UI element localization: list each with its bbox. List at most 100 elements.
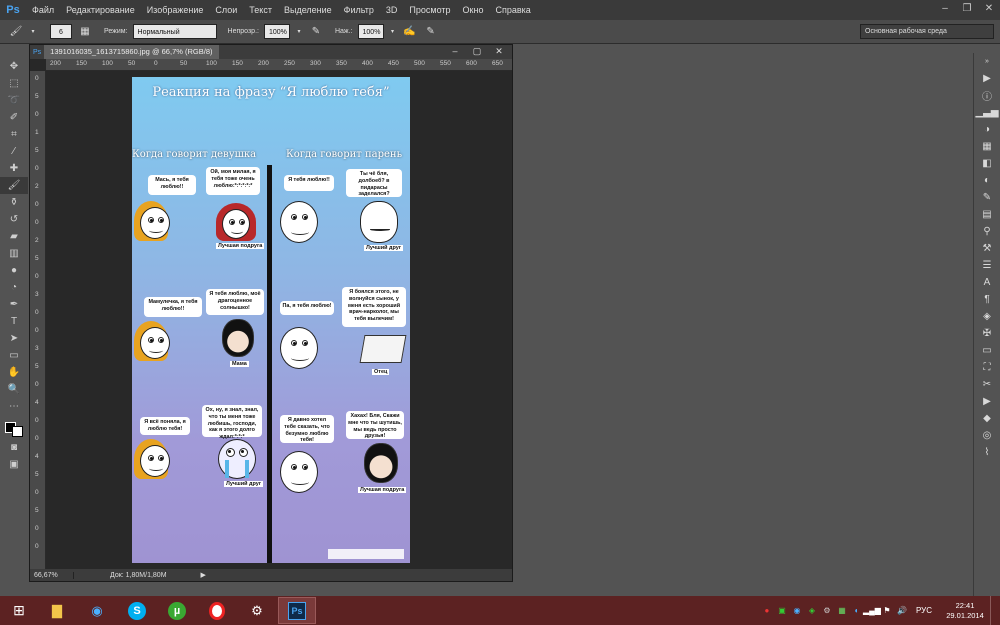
marquee-tool-icon[interactable]: ⬚ (0, 75, 28, 92)
menu-3d[interactable]: 3D (380, 5, 404, 15)
pressure-field[interactable]: 100% (357, 24, 384, 39)
menu-select[interactable]: Выделение (278, 5, 338, 15)
tray-app-icon[interactable]: ▣ (777, 606, 787, 616)
quick-select-tool-icon[interactable]: ✐ (0, 109, 28, 126)
chevron-down-icon[interactable]: ▾ (29, 24, 37, 40)
dodge-tool-icon[interactable]: ◔ (0, 279, 28, 296)
menu-image[interactable]: Изображение (141, 5, 210, 15)
color-icon[interactable]: ◑ (974, 121, 1000, 138)
utorrent-icon[interactable]: µ (158, 597, 196, 624)
flag-icon[interactable]: ⚑ (882, 606, 892, 616)
brush-panel-icon[interactable]: ✎ (974, 189, 1000, 206)
canvas-area[interactable]: Реакция на фразу “Я люблю тебя” Когда го… (46, 71, 512, 569)
language-indicator[interactable]: РУС (916, 606, 932, 615)
paragraph-icon[interactable]: ¶ (974, 291, 1000, 308)
brush-size-field[interactable]: 6 (50, 24, 72, 39)
pressure-opacity-icon[interactable]: ✎ (308, 24, 324, 40)
clone-source-icon[interactable]: ⚲ (974, 223, 1000, 240)
itunes-icon[interactable]: ◉ (78, 597, 116, 624)
photoshop-taskbar-icon[interactable]: Ps (278, 597, 316, 624)
tray-app-icon[interactable]: ● (762, 606, 772, 616)
navigator-icon[interactable]: ⛶ (974, 359, 1000, 376)
volume-icon[interactable]: 🔊 (897, 606, 907, 616)
minimize-icon[interactable]: – (934, 0, 956, 20)
shape-tool-icon[interactable]: ▭ (0, 347, 28, 364)
menu-type[interactable]: Текст (243, 5, 278, 15)
file-explorer-icon[interactable]: ▇ (38, 597, 76, 624)
menu-layers[interactable]: Слои (209, 5, 243, 15)
show-desktop-button[interactable] (990, 596, 996, 625)
eraser-tool-icon[interactable]: ▰ (0, 228, 28, 245)
history-brush-icon[interactable]: ↺ (0, 211, 28, 228)
tray-app-icon[interactable]: ◈ (807, 606, 817, 616)
restore-icon[interactable]: ❐ (956, 0, 978, 20)
info-icon[interactable]: ⓘ (974, 87, 1000, 104)
blur-tool-icon[interactable]: ● (0, 262, 28, 279)
properties-icon[interactable]: ☰ (974, 257, 1000, 274)
chevron-down-icon[interactable]: ▾ (389, 24, 397, 40)
notes-icon[interactable]: ▭ (974, 342, 1000, 359)
doc-close-icon[interactable]: ✕ (488, 45, 510, 58)
opacity-field[interactable]: 100% (263, 24, 290, 39)
type-tool-icon[interactable]: T (0, 313, 28, 330)
move-tool-icon[interactable]: ✥ (0, 58, 28, 75)
brush-tool-icon[interactable]: 🖌 (0, 177, 28, 194)
menu-edit[interactable]: Редактирование (60, 5, 141, 15)
zoom-tool-icon[interactable]: 🔍 (0, 381, 28, 398)
skype-icon[interactable]: S (118, 597, 156, 624)
healing-tool-icon[interactable]: ✚ (0, 160, 28, 177)
tray-app-icon[interactable]: ◐ (852, 606, 862, 616)
close-icon[interactable]: ✕ (978, 0, 1000, 20)
lasso-tool-icon[interactable]: ➰ (0, 92, 28, 109)
menu-file[interactable]: Файл (26, 5, 60, 15)
measurement-icon[interactable]: ✠ (974, 325, 1000, 342)
swatches-icon[interactable]: ▦ (974, 138, 1000, 155)
histogram-icon[interactable]: ▁▃▅ (974, 104, 1000, 121)
eyedropper-tool-icon[interactable]: ⁄ (0, 143, 28, 160)
chevron-down-icon[interactable]: ▾ (295, 24, 303, 40)
workspace-select[interactable]: Основная рабочая среда (860, 24, 994, 39)
menu-filter[interactable]: Фильтр (338, 5, 380, 15)
tray-app-icon[interactable]: ◉ (792, 606, 802, 616)
color-swatches-icon[interactable] (0, 415, 28, 439)
layers-icon[interactable]: ◆ (974, 410, 1000, 427)
menu-help[interactable]: Справка (489, 5, 536, 15)
airbrush-icon[interactable]: ✍ (402, 24, 418, 40)
brush-presets-icon[interactable]: ▤ (974, 206, 1000, 223)
steam-icon[interactable]: ⚙ (238, 597, 276, 624)
quick-mask-icon[interactable]: ◙ (0, 439, 28, 456)
styles-icon[interactable]: ◧ (974, 155, 1000, 172)
hand-tool-icon[interactable]: ✋ (0, 364, 28, 381)
brush-tool-icon[interactable]: 🖌 (8, 24, 24, 40)
network-icon[interactable]: ▂▄▆ (863, 606, 881, 616)
character-icon[interactable]: A (974, 274, 1000, 291)
brush-panel-icon[interactable]: ▦ (77, 24, 93, 40)
crop-tool-icon[interactable]: ⌗ (0, 126, 28, 143)
mode-select[interactable]: Нормальный (132, 24, 217, 39)
actions-icon[interactable]: ✂ (974, 376, 1000, 393)
doc-minimize-icon[interactable]: – (444, 45, 466, 58)
opera-icon[interactable] (198, 597, 236, 624)
start-button[interactable]: ⊞ (2, 597, 36, 624)
doc-restore-icon[interactable]: ▢ (466, 45, 488, 58)
menu-view[interactable]: Просмотр (403, 5, 456, 15)
tool-presets-icon[interactable]: ⚒ (974, 240, 1000, 257)
screen-mode-icon[interactable]: ▣ (0, 456, 28, 473)
tray-app-icon[interactable]: ▦ (837, 606, 847, 616)
paths-icon[interactable]: ⌇ (974, 444, 1000, 461)
adjustments-icon[interactable]: ◐ (974, 172, 1000, 189)
clock[interactable]: 22:41 29.01.2014 (945, 601, 985, 621)
path-select-icon[interactable]: ➤ (0, 330, 28, 347)
history-icon[interactable]: ▶ (974, 70, 1000, 87)
tray-app-icon[interactable]: ⚙ (822, 606, 832, 616)
menu-window[interactable]: Окно (457, 5, 490, 15)
collapse-icon[interactable]: » (974, 53, 1000, 70)
more-icon[interactable]: ⋯ (0, 398, 28, 415)
3d-icon[interactable]: ◈ (974, 308, 1000, 325)
channels-icon[interactable]: ◎ (974, 427, 1000, 444)
pen-tool-icon[interactable]: ✒ (0, 296, 28, 313)
stamp-tool-icon[interactable]: ⚱ (0, 194, 28, 211)
zoom-level[interactable]: 66,67% (30, 571, 74, 579)
pressure-size-icon[interactable]: ✎ (423, 24, 439, 40)
document-tab[interactable]: 1391016035_1613715860.jpg @ 66,7% (RGB/8… (44, 45, 219, 59)
